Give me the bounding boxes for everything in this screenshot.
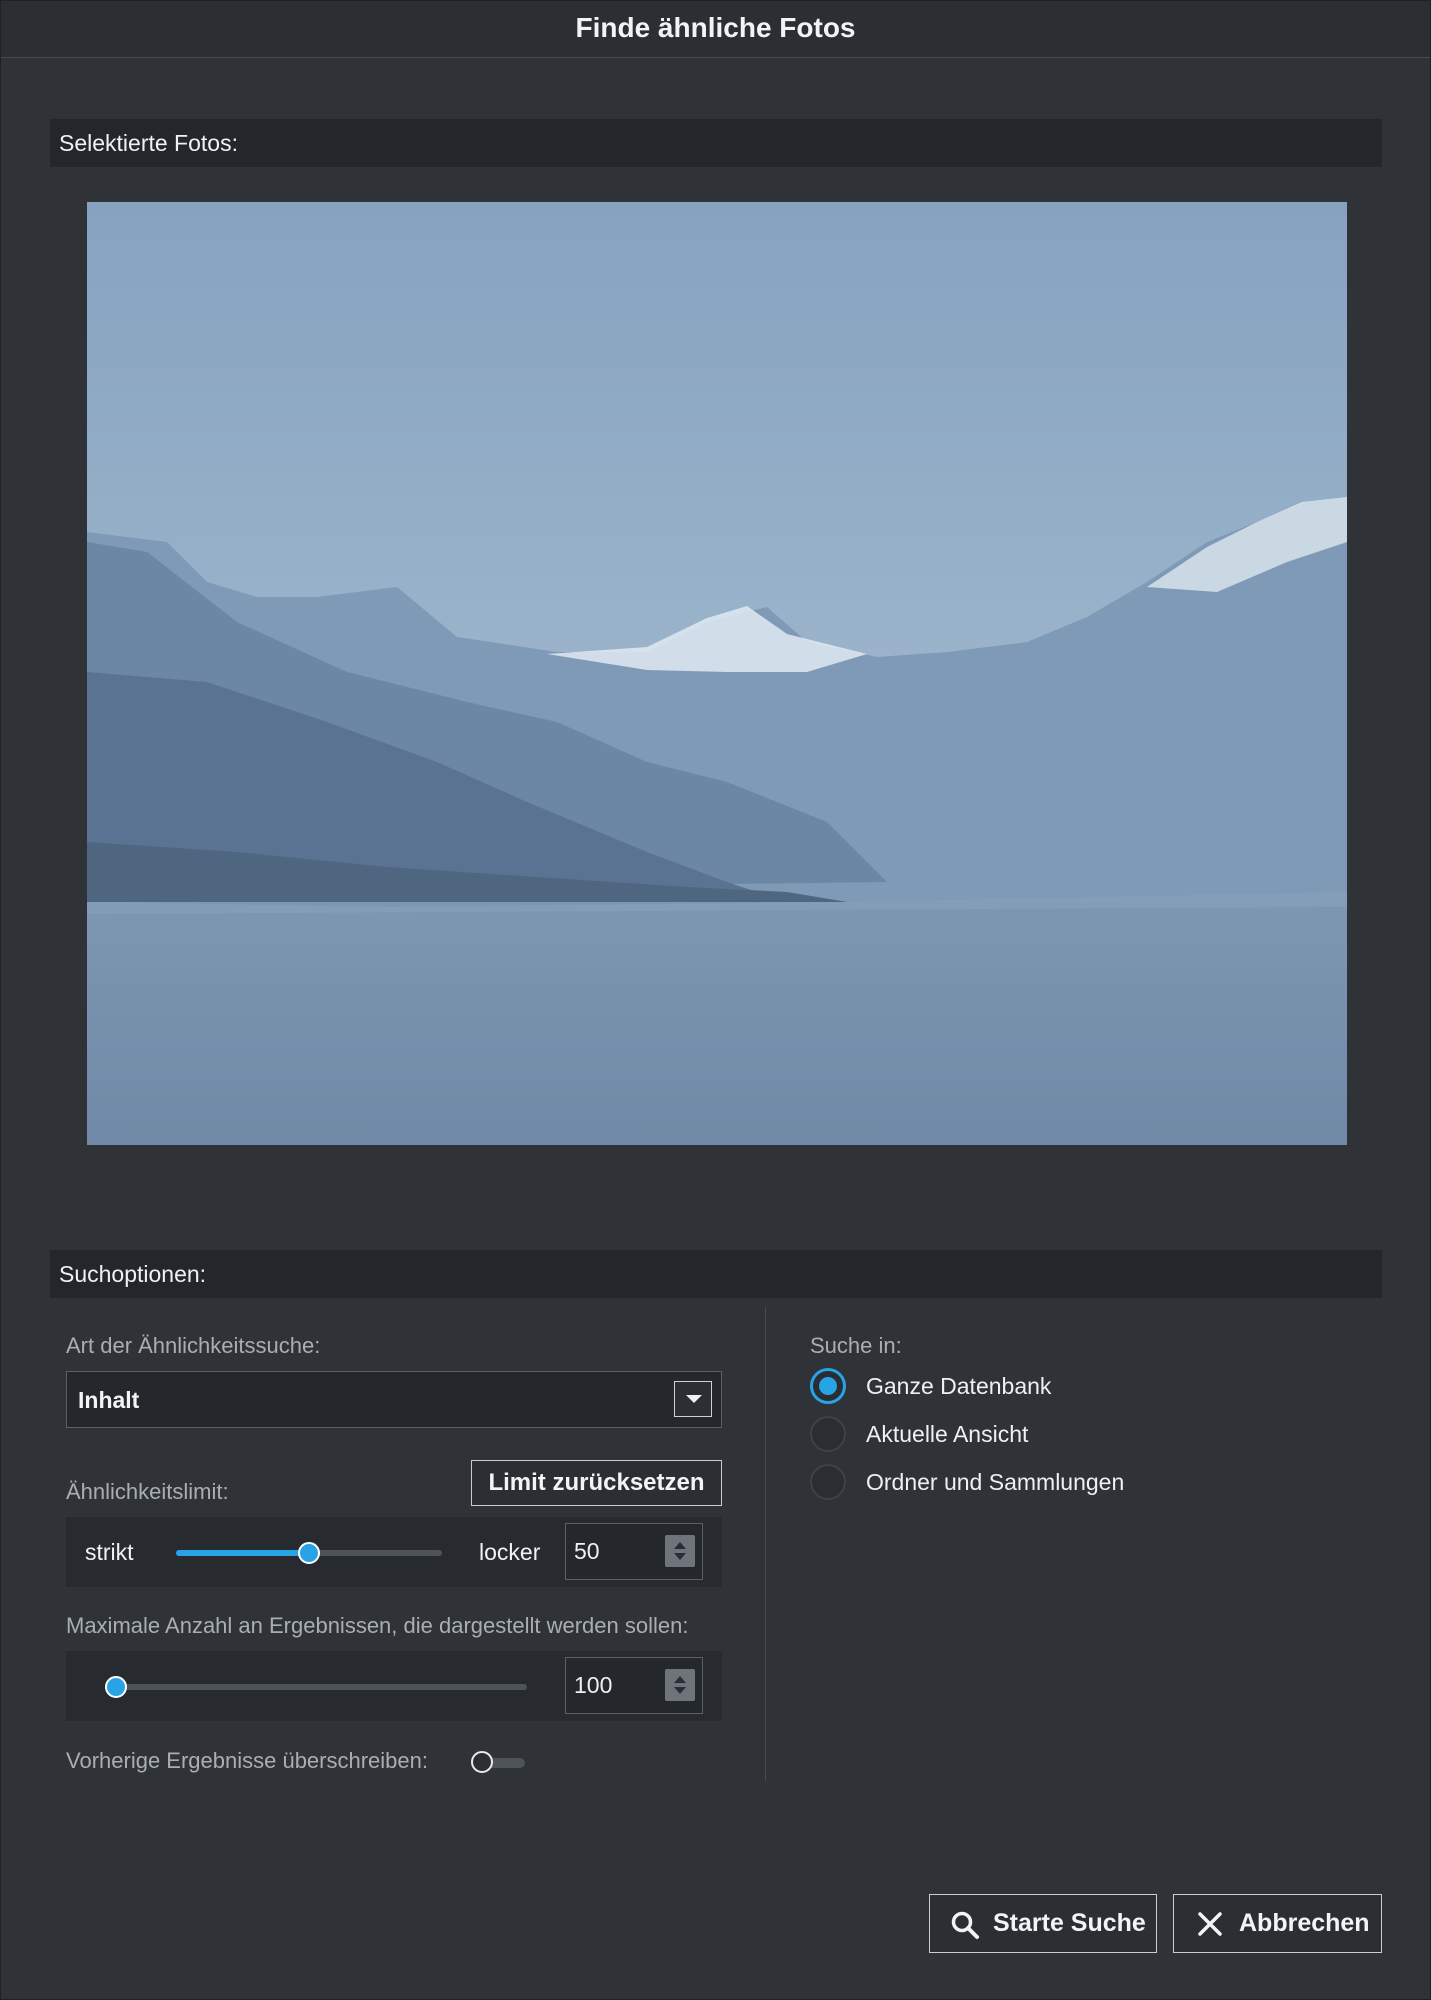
dialog-window: Finde ähnliche Fotos Selektierte Fotos: <box>0 0 1431 2000</box>
similarity-type-label: Art der Ähnlichkeitssuche: <box>66 1333 321 1358</box>
radio-button[interactable] <box>810 1368 846 1404</box>
similarity-limit-spinbox[interactable]: 50 <box>565 1523 703 1580</box>
dialog-title: Finde ähnliche Fotos <box>1 1 1430 58</box>
similarity-limit-label: Ähnlichkeitslimit: <box>66 1479 229 1504</box>
slider-max-label: locker <box>479 1539 541 1565</box>
cancel-button[interactable]: Abbrechen <box>1173 1894 1382 1953</box>
start-search-label: Starte Suche <box>993 1909 1146 1937</box>
search-icon <box>951 1911 979 1939</box>
spinbox-value: 50 <box>574 1538 600 1564</box>
search-options-header: Suchoptionen: <box>50 1250 1382 1298</box>
slider-thumb[interactable] <box>298 1542 320 1564</box>
spinbox-arrows-icon[interactable] <box>665 1535 695 1567</box>
slider-thumb[interactable] <box>105 1676 127 1698</box>
slider-fill <box>176 1550 309 1556</box>
radio-label: Aktuelle Ansicht <box>866 1421 1029 1447</box>
spinbox-value: 100 <box>574 1672 613 1698</box>
radio-button[interactable] <box>810 1464 846 1500</box>
radio-label: Ordner und Sammlungen <box>866 1469 1125 1495</box>
spinbox-arrows-icon[interactable] <box>665 1669 695 1701</box>
cancel-label: Abbrechen <box>1239 1909 1370 1937</box>
similarity-type-dropdown[interactable]: Inhalt <box>66 1371 722 1428</box>
column-divider <box>765 1307 766 1781</box>
similarity-limit-panel: strikt locker 50 <box>66 1517 722 1587</box>
max-results-panel: 100 <box>66 1651 722 1721</box>
selected-photo-thumbnail[interactable] <box>87 202 1347 1145</box>
toggle-knob[interactable] <box>471 1751 493 1773</box>
chevron-down-icon[interactable] <box>674 1381 712 1417</box>
start-search-button[interactable]: Starte Suche <box>929 1894 1157 1953</box>
radio-label: Ganze Datenbank <box>866 1373 1052 1399</box>
max-results-label: Maximale Anzahl an Ergebnissen, die darg… <box>66 1613 689 1638</box>
overwrite-label: Vorherige Ergebnisse überschreiben: <box>66 1748 429 1773</box>
radio-dot <box>819 1377 837 1395</box>
similarity-type-value: Inhalt <box>78 1387 140 1413</box>
mountain-lake-photo <box>87 202 1347 1145</box>
max-results-spinbox[interactable]: 100 <box>565 1657 703 1714</box>
max-results-slider[interactable] <box>105 1676 527 1698</box>
reset-limit-button[interactable]: Limit zurücksetzen <box>471 1460 722 1506</box>
radio-button[interactable] <box>810 1416 846 1452</box>
overwrite-toggle[interactable] <box>471 1750 527 1774</box>
selected-photos-header: Selektierte Fotos: <box>50 119 1382 167</box>
similarity-limit-slider[interactable] <box>176 1542 442 1564</box>
slider-min-label: strikt <box>85 1539 134 1565</box>
close-icon <box>1198 1912 1222 1936</box>
search-in-label: Suche in: <box>810 1333 902 1358</box>
